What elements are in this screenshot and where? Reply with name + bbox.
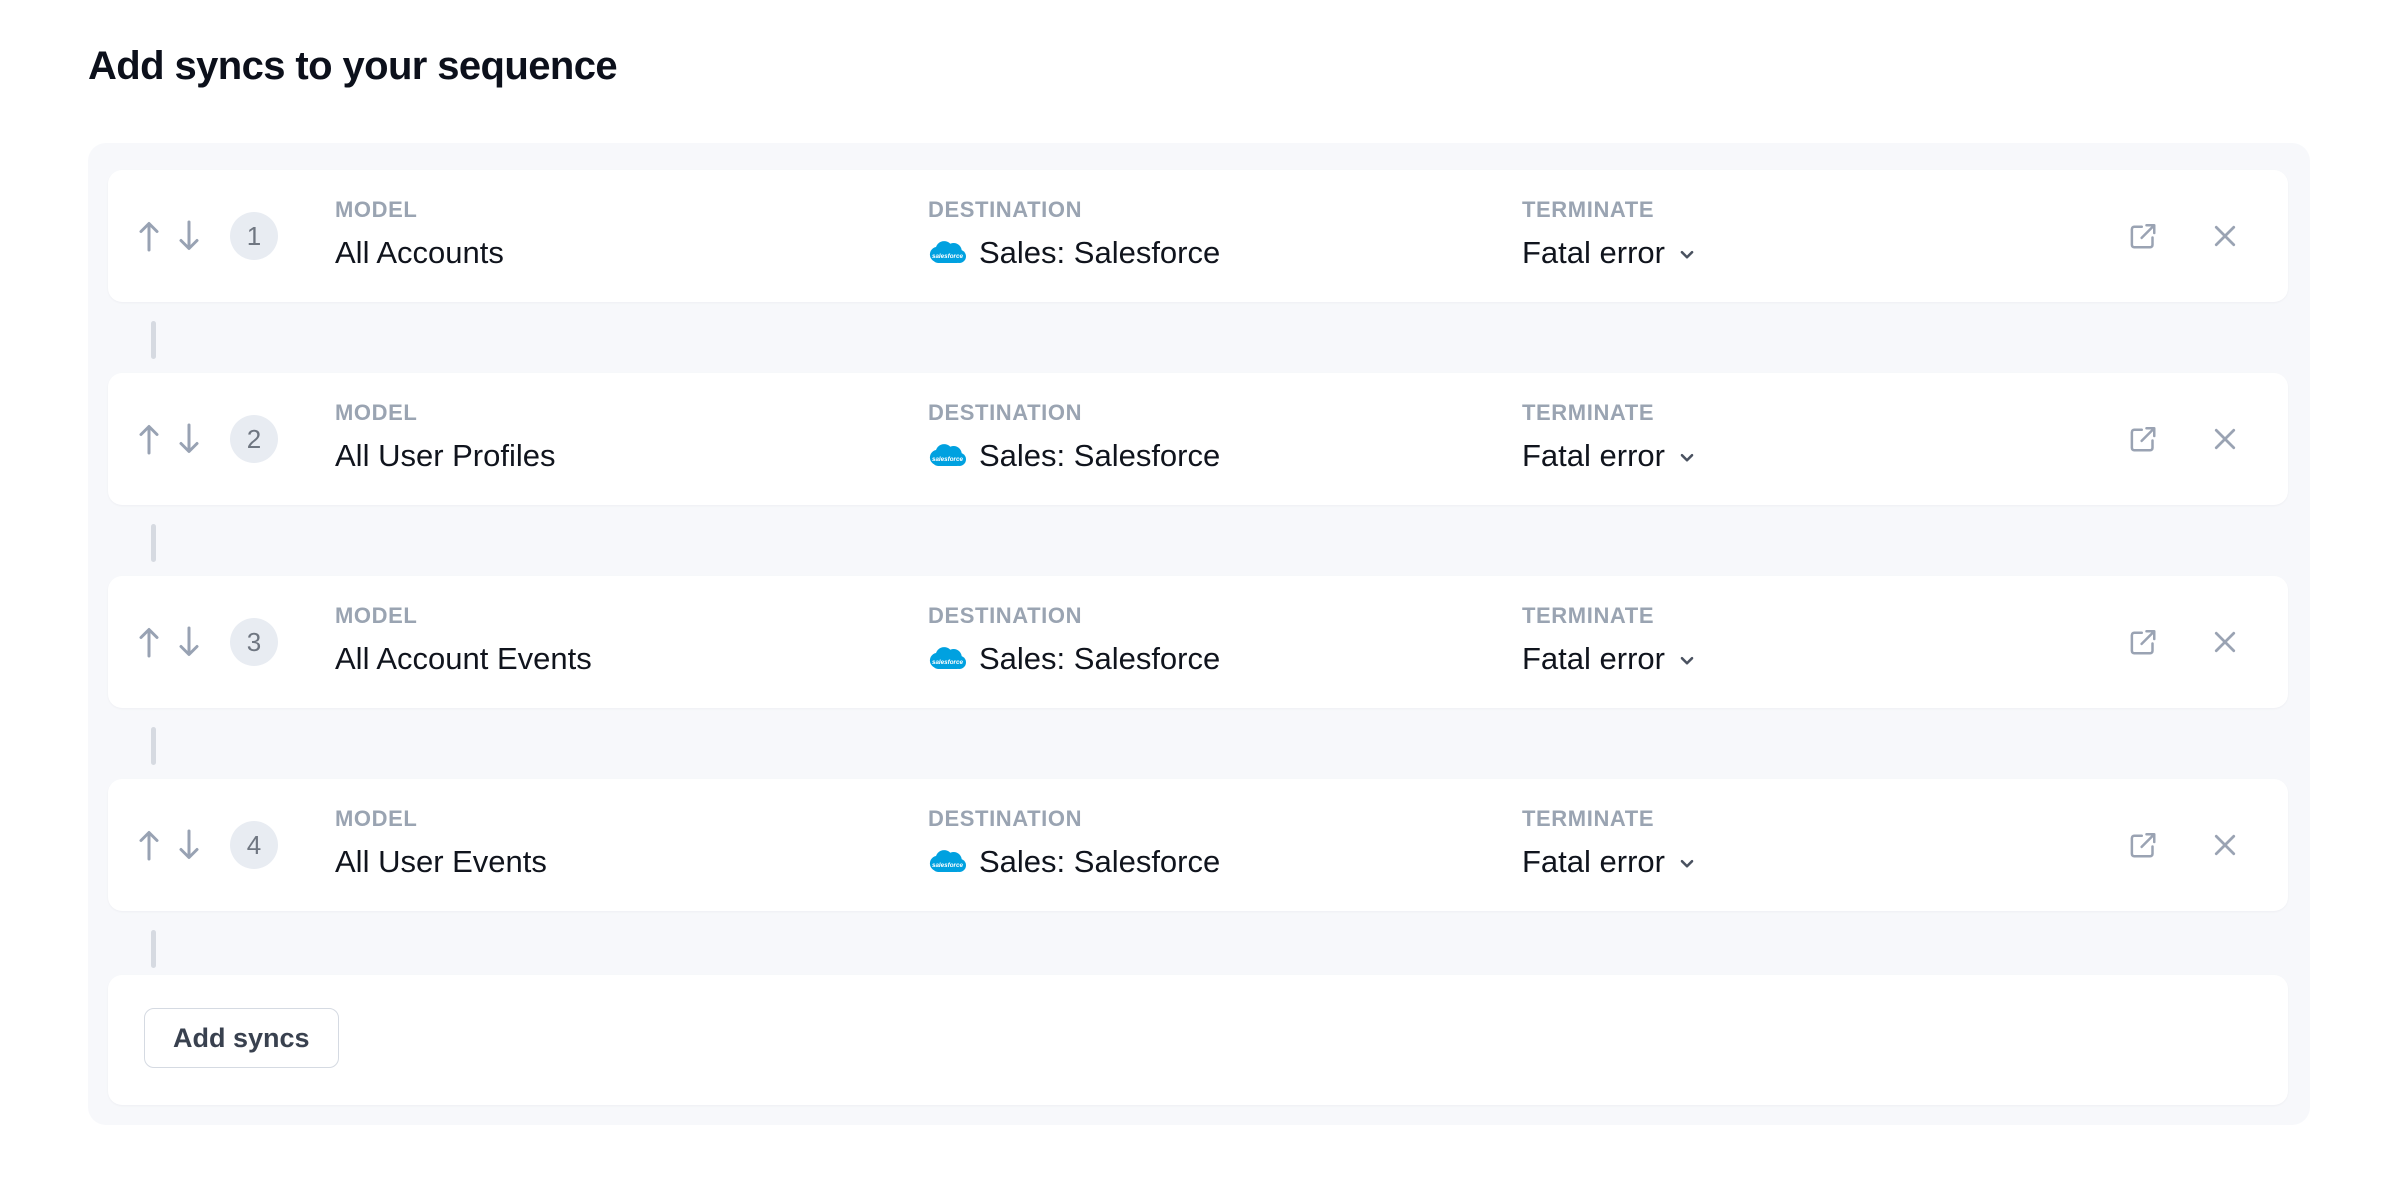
sequence-connector [151,727,156,765]
move-down-button[interactable] [176,826,202,864]
terminate-column-label: TERMINATE [1522,604,1696,628]
model-column-label: MODEL [335,401,556,425]
svg-text:salesforce: salesforce [932,862,964,869]
close-icon [2210,830,2240,860]
add-syncs-button[interactable]: Add syncs [144,1008,339,1068]
move-down-button[interactable] [176,217,202,255]
svg-text:salesforce: salesforce [932,253,964,260]
terminate-column-label: TERMINATE [1522,401,1696,425]
terminate-column-label: TERMINATE [1522,807,1696,831]
terminate-value: Fatal error [1522,845,1665,879]
terminate-select[interactable]: Fatal error [1522,236,1696,270]
external-link-icon [2128,221,2158,251]
move-down-button[interactable] [176,623,202,661]
add-syncs-card: Add syncs [108,975,2288,1105]
close-icon [2210,627,2240,657]
move-up-button[interactable] [136,217,162,255]
sync-row: 2 MODEL All User Profiles DESTINATION sa… [108,373,2288,505]
chevron-down-icon [1678,855,1696,873]
remove-sync-button[interactable] [2208,828,2242,862]
sync-order-badge: 3 [230,618,278,666]
up-arrow-icon [138,828,160,862]
sync-row: 3 MODEL All Account Events DESTINATION s… [108,576,2288,708]
open-sync-button[interactable] [2126,625,2160,659]
model-column-label: MODEL [335,198,504,222]
terminate-value: Fatal error [1522,439,1665,473]
terminate-column-label: TERMINATE [1522,198,1696,222]
destination-name: Sales: Salesforce [979,236,1220,270]
down-arrow-icon [178,422,200,456]
sequence-connector [151,930,156,968]
salesforce-icon: salesforce [928,443,966,470]
terminate-select[interactable]: Fatal error [1522,845,1696,879]
open-sync-button[interactable] [2126,828,2160,862]
destination-column-label: DESTINATION [928,604,1220,628]
page-title: Add syncs to your sequence [88,44,617,89]
salesforce-icon: salesforce [928,240,966,267]
sync-row: 4 MODEL All User Events DESTINATION sale… [108,779,2288,911]
terminate-select[interactable]: Fatal error [1522,439,1696,473]
open-sync-button[interactable] [2126,422,2160,456]
external-link-icon [2128,627,2158,657]
remove-sync-button[interactable] [2208,219,2242,253]
sync-order-badge: 4 [230,821,278,869]
salesforce-icon: salesforce [928,646,966,673]
external-link-icon [2128,830,2158,860]
destination-column-label: DESTINATION [928,401,1220,425]
move-up-button[interactable] [136,420,162,458]
terminate-value: Fatal error [1522,642,1665,676]
close-icon [2210,424,2240,454]
remove-sync-button[interactable] [2208,625,2242,659]
svg-text:salesforce: salesforce [932,659,964,666]
svg-text:salesforce: salesforce [932,456,964,463]
remove-sync-button[interactable] [2208,422,2242,456]
down-arrow-icon [178,828,200,862]
move-up-button[interactable] [136,826,162,864]
model-name: All Account Events [335,642,592,676]
sequence-connector [151,524,156,562]
model-column-label: MODEL [335,807,547,831]
chevron-down-icon [1678,246,1696,264]
chevron-down-icon [1678,652,1696,670]
move-down-button[interactable] [176,420,202,458]
model-column-label: MODEL [335,604,592,628]
sync-row: 1 MODEL All Accounts DESTINATION salesfo… [108,170,2288,302]
syncs-panel: 1 MODEL All Accounts DESTINATION salesfo… [88,143,2310,1125]
salesforce-icon: salesforce [928,849,966,876]
move-up-button[interactable] [136,623,162,661]
down-arrow-icon [178,219,200,253]
up-arrow-icon [138,625,160,659]
destination-name: Sales: Salesforce [979,439,1220,473]
destination-name: Sales: Salesforce [979,845,1220,879]
destination-name: Sales: Salesforce [979,642,1220,676]
sequence-connector [151,321,156,359]
model-name: All Accounts [335,236,504,270]
sync-order-badge: 2 [230,415,278,463]
open-sync-button[interactable] [2126,219,2160,253]
destination-column-label: DESTINATION [928,198,1220,222]
up-arrow-icon [138,422,160,456]
model-name: All User Profiles [335,439,556,473]
down-arrow-icon [178,625,200,659]
close-icon [2210,221,2240,251]
external-link-icon [2128,424,2158,454]
chevron-down-icon [1678,449,1696,467]
terminate-value: Fatal error [1522,236,1665,270]
model-name: All User Events [335,845,547,879]
sync-order-badge: 1 [230,212,278,260]
up-arrow-icon [138,219,160,253]
terminate-select[interactable]: Fatal error [1522,642,1696,676]
destination-column-label: DESTINATION [928,807,1220,831]
